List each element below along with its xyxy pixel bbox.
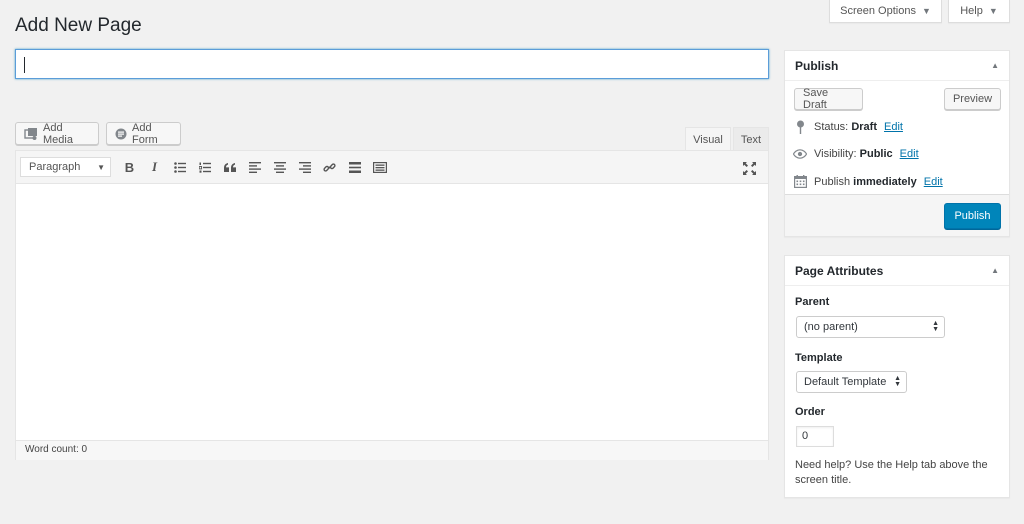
chevron-down-icon: ▼: [97, 162, 105, 172]
read-more-button[interactable]: [342, 155, 367, 179]
eye-icon: [793, 149, 807, 159]
visibility-text: Visibility: Public: [814, 148, 893, 160]
bulleted-list-icon: [173, 161, 186, 173]
edit-schedule-link[interactable]: Edit: [924, 176, 943, 188]
post-title-input[interactable]: [15, 49, 769, 79]
add-form-label: Add Form: [132, 121, 158, 146]
bold-icon: B: [124, 159, 135, 175]
screen-meta-links: Screen Options ▼ Help ▼: [829, 0, 1010, 23]
edit-status-link[interactable]: Edit: [884, 121, 903, 133]
page-attributes-title: Page Attributes: [795, 263, 884, 278]
blockquote-button[interactable]: [217, 155, 242, 179]
numbered-list-icon: [198, 162, 211, 173]
status-text: Status: Draft: [814, 121, 877, 133]
align-left-button[interactable]: [242, 155, 267, 179]
editor-content-area[interactable]: [16, 184, 768, 440]
word-count: Word count: 0: [25, 444, 88, 455]
collapse-arrow-icon[interactable]: ▲: [991, 61, 999, 70]
schedule-text: Publish immediately: [814, 175, 917, 188]
save-draft-button[interactable]: Save Draft: [794, 87, 863, 111]
template-select[interactable]: Default Template ▲ ▼: [796, 371, 907, 393]
add-media-button[interactable]: Add Media: [15, 121, 99, 146]
status-value: Draft: [851, 121, 877, 133]
caret-down-icon: ▼: [921, 6, 931, 16]
editor-statusbar: Word count: 0: [16, 440, 768, 460]
publish-schedule-row: Publish immediately Edit: [793, 175, 943, 188]
publish-box-header[interactable]: Publish ▲: [785, 51, 1009, 81]
publish-button[interactable]: Publish: [944, 203, 1001, 229]
order-label: Order: [795, 406, 825, 418]
add-form-button[interactable]: Add Form: [106, 121, 181, 146]
visibility-value: Public: [859, 148, 893, 160]
edit-visibility-link[interactable]: Edit: [900, 148, 919, 160]
template-label: Template: [795, 352, 843, 364]
text-cursor: [24, 57, 25, 73]
help-button[interactable]: Help ▼: [948, 0, 1010, 23]
bulleted-list-button[interactable]: [167, 155, 192, 179]
toolbar-toggle-button[interactable]: [367, 155, 392, 179]
page-attributes-header[interactable]: Page Attributes ▲: [785, 256, 1009, 286]
link-icon: [323, 162, 336, 172]
italic-button[interactable]: I: [142, 155, 167, 179]
fullscreen-icon: [743, 161, 756, 175]
read-more-icon: [348, 161, 361, 173]
publish-box: Publish ▲ Save Draft Preview Status: Dra…: [784, 50, 1010, 237]
publish-box-title: Publish: [795, 58, 839, 73]
bold-button[interactable]: B: [117, 155, 142, 179]
align-center-button[interactable]: [267, 155, 292, 179]
editor-toolbar: Paragraph ▼ B I: [16, 151, 768, 184]
page-title: Add New Page: [15, 15, 142, 36]
toolbar-toggle-icon: [372, 161, 387, 173]
parent-label: Parent: [795, 296, 830, 308]
order-input[interactable]: 0: [796, 426, 834, 447]
preview-button[interactable]: Preview: [944, 88, 1001, 110]
pin-icon: [793, 120, 807, 134]
screen-options-label: Screen Options: [840, 5, 916, 17]
template-select-value: Default Template: [804, 376, 887, 388]
visibility-row: Visibility: Public Edit: [793, 148, 919, 160]
select-arrows-icon: ▲ ▼: [894, 375, 901, 388]
screen-options-button[interactable]: Screen Options ▼: [829, 0, 942, 23]
align-right-icon: [298, 161, 311, 173]
page-attributes-help: Need help? Use the Help tab above the sc…: [795, 459, 988, 486]
select-arrows-icon: ▲ ▼: [932, 320, 939, 333]
caret-down-icon: ▼: [988, 6, 998, 16]
parent-select[interactable]: (no parent) ▲ ▼: [796, 316, 945, 338]
help-label: Help: [960, 5, 983, 17]
numbered-list-button[interactable]: [192, 155, 217, 179]
blockquote-icon: [223, 162, 236, 172]
align-right-button[interactable]: [292, 155, 317, 179]
parent-select-value: (no parent): [804, 321, 858, 333]
link-button[interactable]: [317, 155, 342, 179]
form-icon: [115, 128, 127, 140]
add-media-icon: [24, 127, 38, 141]
italic-icon: I: [151, 159, 158, 174]
publish-actions: Publish: [785, 194, 1009, 236]
align-left-icon: [248, 161, 261, 173]
format-select-value: Paragraph: [29, 161, 81, 173]
schedule-value: immediately: [853, 175, 917, 188]
post-status-row: Status: Draft Edit: [793, 120, 903, 134]
content-editor: Paragraph ▼ B I Word count: 0: [15, 150, 769, 460]
align-center-icon: [273, 161, 286, 173]
tab-visual[interactable]: Visual: [685, 127, 731, 151]
add-media-label: Add Media: [43, 121, 73, 146]
calendar-icon: [793, 175, 807, 188]
format-select[interactable]: Paragraph ▼: [20, 157, 111, 177]
page-attributes-box: Page Attributes ▲ Parent (no parent) ▲ ▼ …: [784, 255, 1010, 498]
tab-text[interactable]: Text: [733, 127, 769, 151]
fullscreen-button[interactable]: [737, 156, 762, 180]
collapse-arrow-icon[interactable]: ▲: [991, 266, 999, 275]
